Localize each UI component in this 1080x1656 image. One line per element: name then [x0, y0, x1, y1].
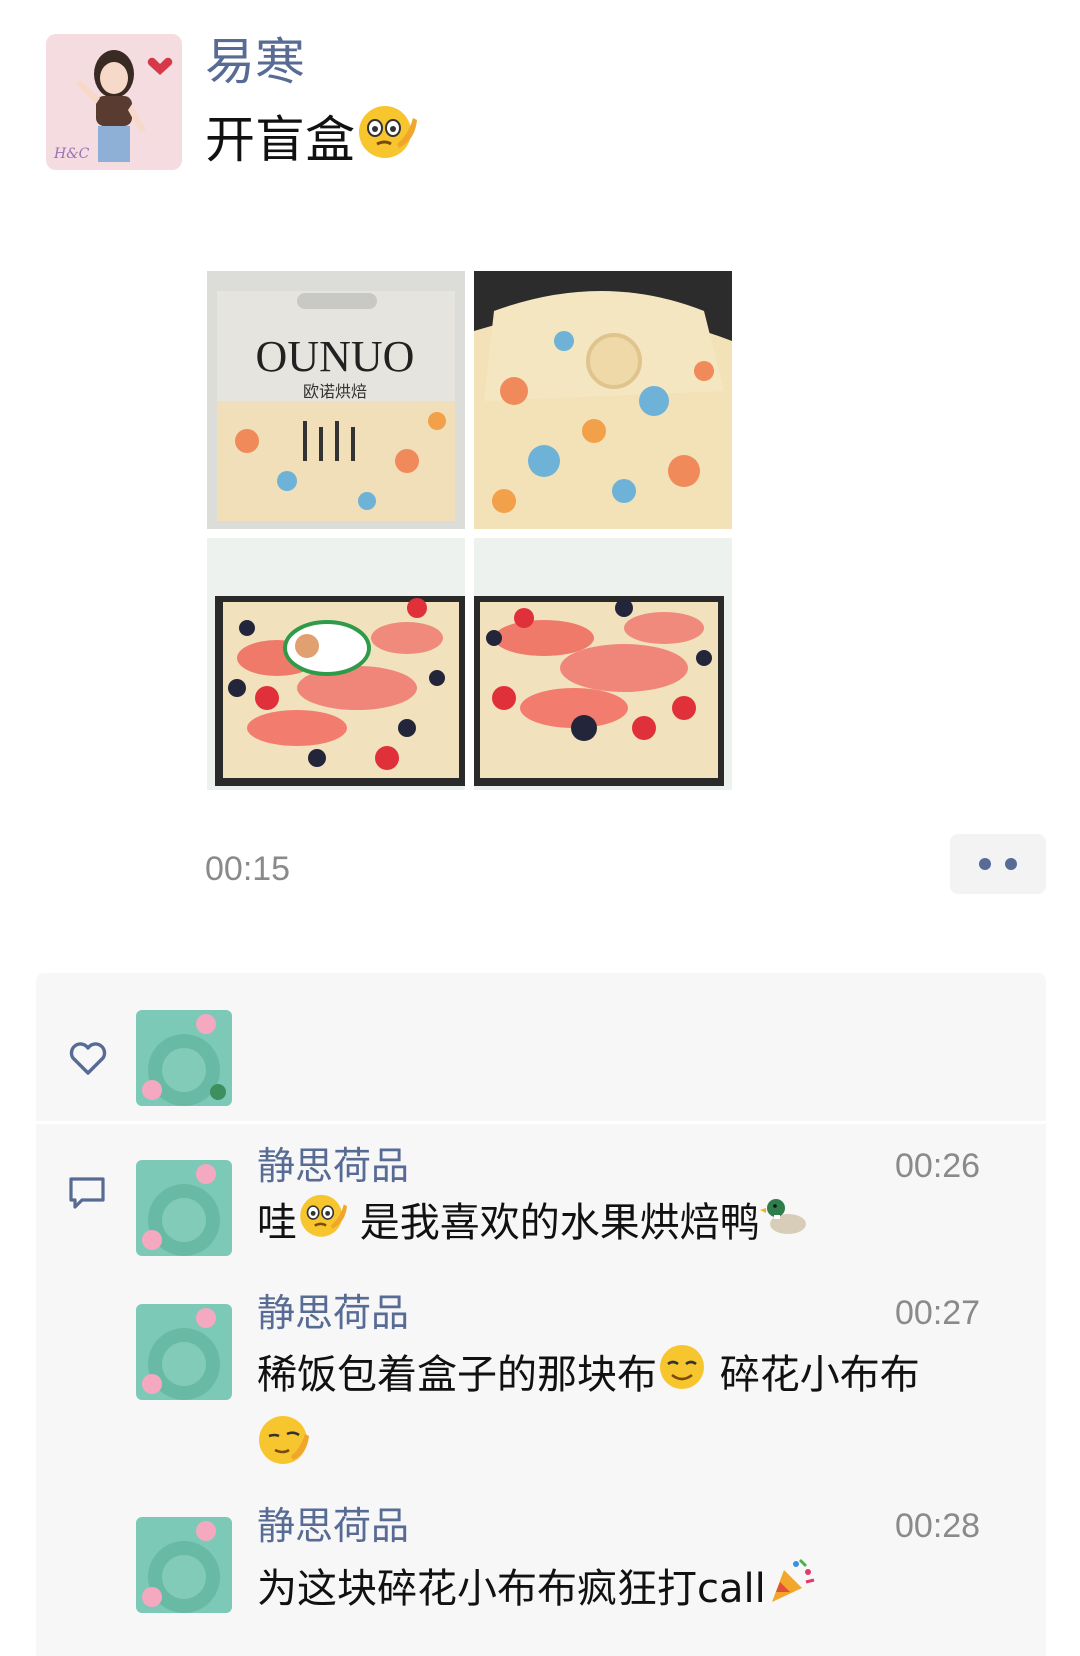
liker-avatar[interactable] [136, 1010, 232, 1106]
comment-text: 稀饭包着盒子的那块布 碎花小布布 [257, 1342, 1017, 1488]
post-photo-4[interactable] [474, 538, 732, 790]
heart-icon [68, 1040, 108, 1080]
comment-icon [68, 1176, 106, 1214]
commenter-name[interactable]: 静思荷品 [257, 1291, 409, 1335]
post-photo-1[interactable]: OUNUO 欧诺烘焙 [207, 271, 465, 529]
comment-text: 哇 是我喜欢的水果烘焙鸭 [257, 1190, 1017, 1260]
party-popper-emoji-icon [766, 1556, 816, 1626]
comment-text-body: 碎花小布布 [707, 1352, 920, 1398]
post-author-name[interactable]: 易寒 [205, 32, 305, 92]
post-text: 开盲盒 [205, 100, 417, 180]
commenter-name[interactable]: 静思荷品 [257, 1144, 409, 1188]
more-dot-icon [1005, 858, 1017, 870]
ounuo-subtext: 欧诺烘焙 [303, 382, 367, 401]
svg-text:H&C: H&C [53, 146, 90, 162]
commenter-avatar[interactable] [136, 1304, 232, 1400]
commenter-name[interactable]: 静思荷品 [257, 1504, 409, 1548]
comment-text-prefix: 稀饭包着盒子的那块布 [257, 1352, 657, 1398]
comment-text-prefix: 哇 [257, 1200, 297, 1246]
ounuo-logo-text: OUNUO [256, 332, 415, 381]
duck-emoji-icon [759, 1190, 810, 1260]
post-photo-3[interactable] [207, 538, 465, 790]
post-text-content: 开盲盒 [205, 111, 355, 169]
smirk-emoji-icon [355, 100, 417, 180]
smirk-emoji-icon [297, 1190, 347, 1260]
post-photo-2[interactable] [474, 271, 732, 529]
more-dot-icon [979, 858, 991, 870]
wink-emoji-icon [257, 1412, 313, 1488]
comment-time: 00:28 [895, 1507, 981, 1545]
comment-time: 00:26 [895, 1147, 981, 1185]
more-actions-button[interactable] [950, 834, 1046, 894]
author-avatar[interactable]: H&C [46, 34, 182, 170]
post-time: 00:15 [205, 850, 291, 888]
comment-text: 为这块碎花小布布疯狂打call [257, 1556, 1017, 1626]
comment-text-body: 是我喜欢的水果烘焙鸭 [347, 1200, 760, 1246]
comment-text-prefix: 为这块碎花小布布疯狂打call [257, 1566, 766, 1612]
commenter-avatar[interactable] [136, 1517, 232, 1613]
relieved-emoji-icon [657, 1342, 707, 1412]
comment-time: 00:27 [895, 1294, 981, 1332]
commenter-avatar[interactable] [136, 1160, 232, 1256]
